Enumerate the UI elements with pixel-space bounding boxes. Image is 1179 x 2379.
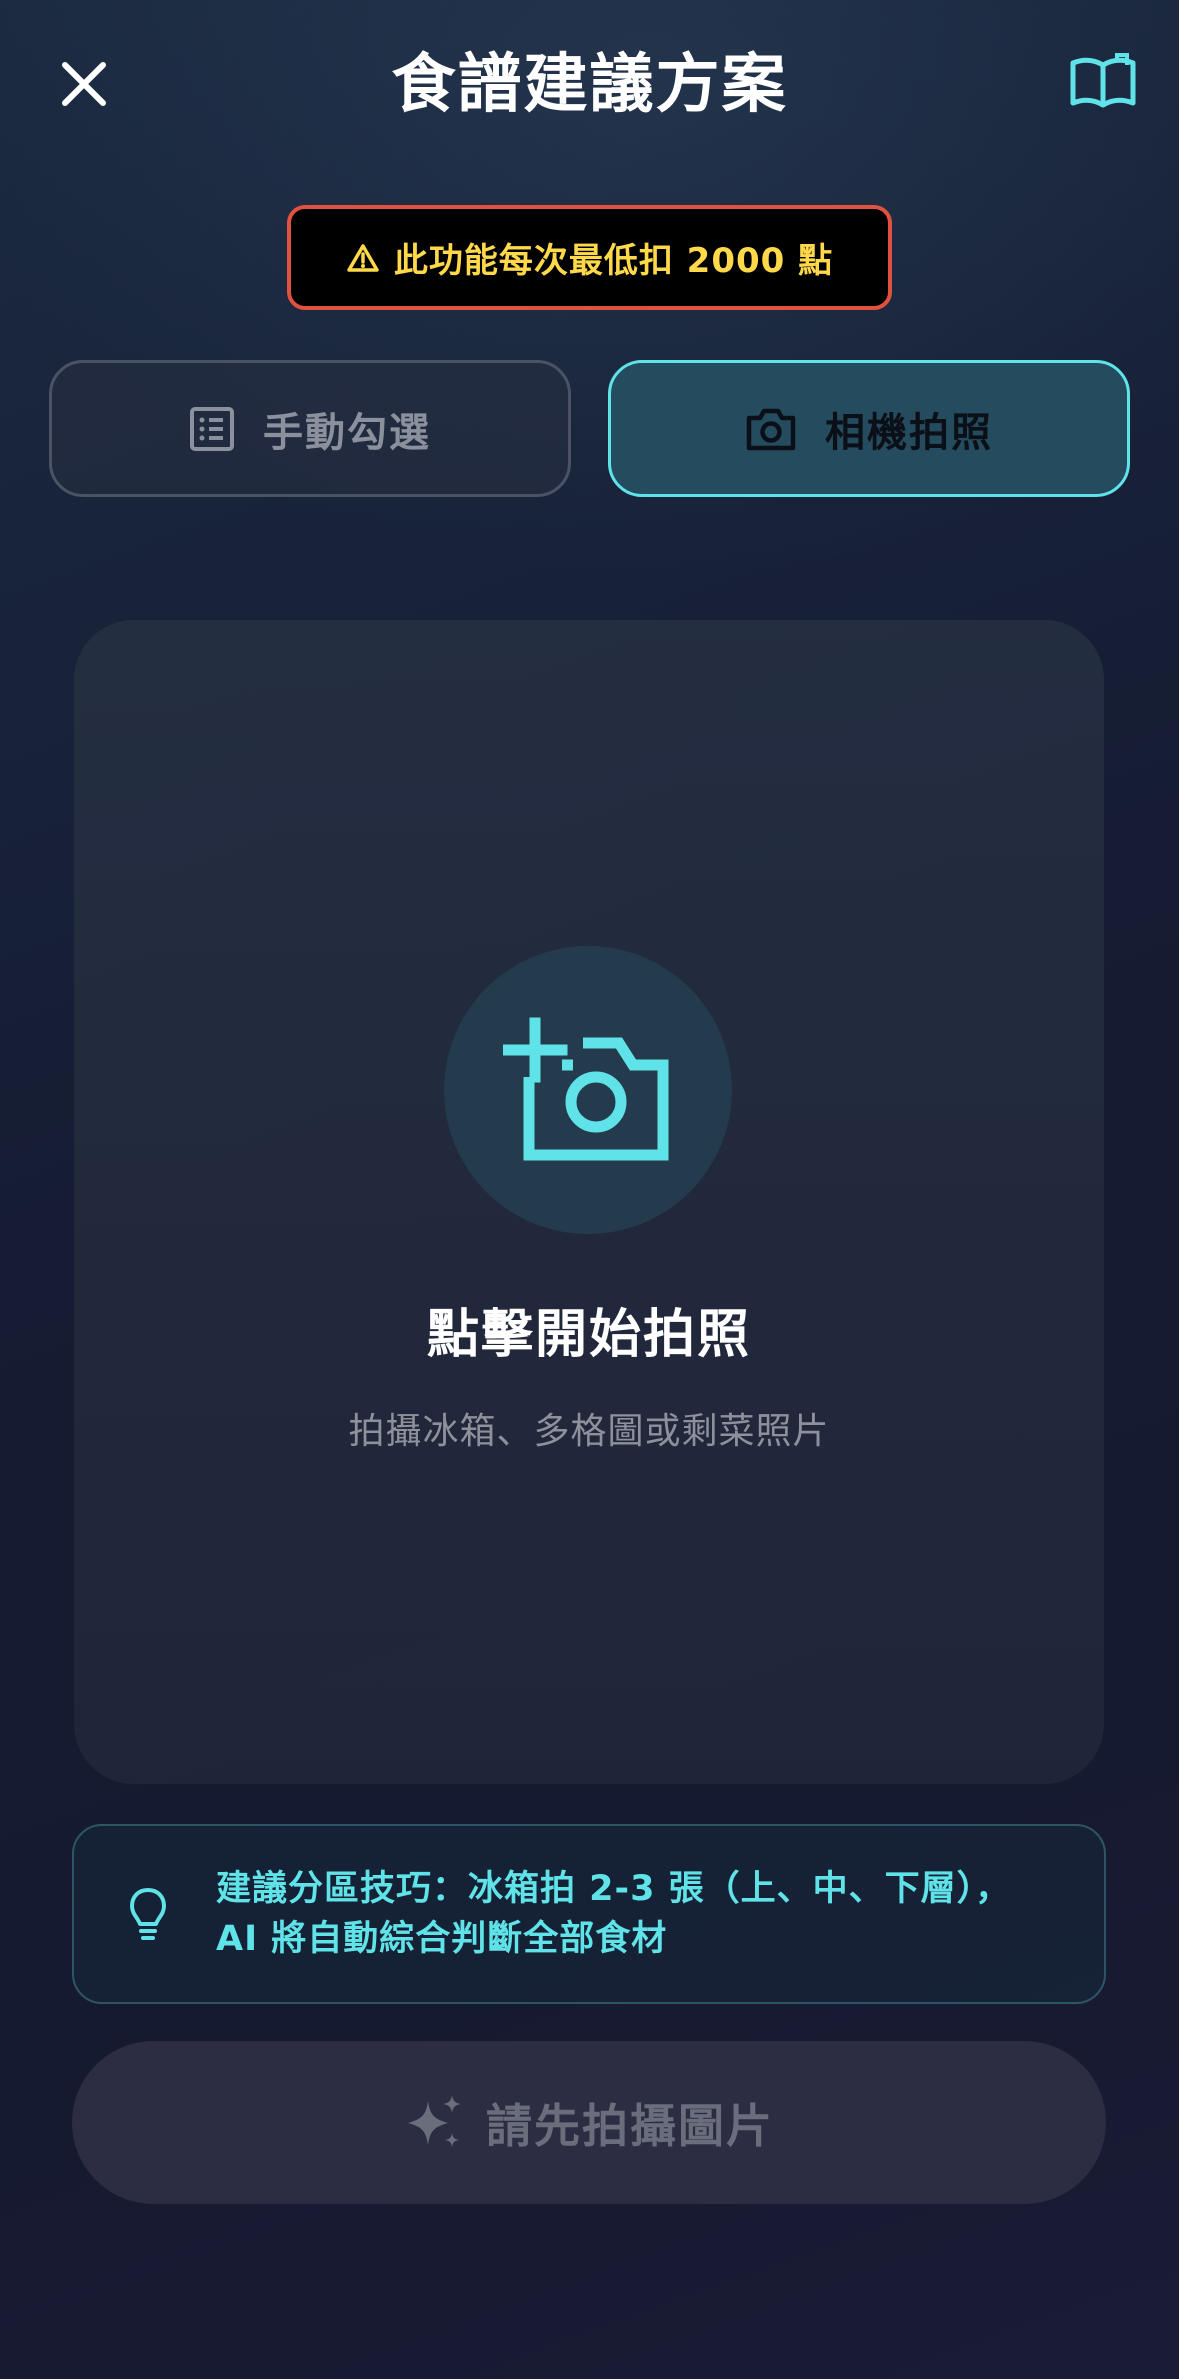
- open-book-icon: [1070, 53, 1136, 108]
- recipe-book-button[interactable]: [1063, 46, 1143, 116]
- take-photo-area[interactable]: 點擊開始拍照 拍攝冰箱、多格圖或剩菜照片: [74, 620, 1104, 1784]
- manual-select-label: 手動勾選: [263, 409, 431, 456]
- take-photo-subtitle: 拍攝冰箱、多格圖或剩菜照片: [348, 1411, 830, 1452]
- sparkle-icon: [408, 2094, 461, 2147]
- checklist-icon: [190, 406, 234, 451]
- submit-button[interactable]: 請先拍攝圖片: [72, 2041, 1106, 2204]
- cost-warning-banner: 此功能每次最低扣 2000 點: [287, 205, 892, 310]
- add-photo-camera-icon: [503, 1017, 669, 1161]
- tip-line-2: AI 將自動綜合判斷全部食材: [216, 1919, 668, 1959]
- camera-photo-label: 相機拍照: [825, 409, 993, 456]
- take-photo-title: 點擊開始拍照: [426, 1305, 751, 1365]
- manual-select-tab[interactable]: 手動勾選: [49, 360, 571, 497]
- submit-label: 請先拍攝圖片: [486, 2098, 774, 2153]
- tip-box: 建議分區技巧：冰箱拍 2-3 張（上、中、下層）， AI 將自動綜合判斷全部食材: [72, 1824, 1106, 2004]
- camera-icon: [746, 408, 796, 450]
- warning-text: 此功能每次最低扣 2000 點: [393, 241, 834, 281]
- warning-triangle-icon: [347, 243, 379, 272]
- tip-line-1: 建議分區技巧：冰箱拍 2-3 張（上、中、下層），: [216, 1869, 1012, 1909]
- add-photo-icon-circle: [444, 946, 732, 1234]
- tip-text: 建議分區技巧：冰箱拍 2-3 張（上、中、下層）， AI 將自動綜合判斷全部食材: [216, 1864, 1076, 1964]
- page-title: 食譜建議方案: [391, 48, 788, 122]
- camera-photo-tab[interactable]: 相機拍照: [608, 360, 1130, 497]
- lightbulb-icon: [130, 1888, 166, 1940]
